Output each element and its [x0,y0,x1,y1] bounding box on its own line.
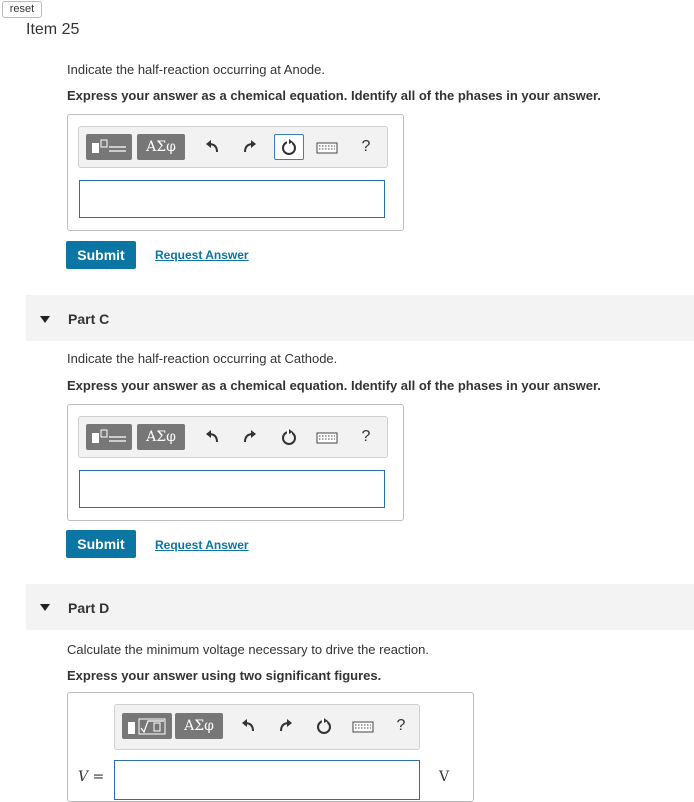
part-c-request-answer-link[interactable]: Request Answer [155,538,249,552]
part-c-header[interactable] [26,295,694,341]
undo-icon[interactable] [236,713,260,739]
help-icon[interactable]: ? [356,424,376,450]
help-icon[interactable]: ? [356,134,376,160]
greek-letters-icon[interactable]: ΑΣφ [137,134,185,160]
item-title: Item 25 [26,21,80,38]
part-b-submit-button[interactable]: Submit [66,241,136,269]
templates-icon[interactable] [122,713,172,739]
part-c-prompt: Indicate the half-reaction occurring at … [67,351,338,366]
redo-icon[interactable] [238,134,262,160]
reset-icon[interactable] [274,134,304,160]
keyboard-icon[interactable] [316,424,338,450]
help-icon[interactable]: ? [391,713,411,739]
keyboard-icon[interactable] [352,713,374,739]
part-b-prompt: Indicate the half-reaction occurring at … [67,62,325,77]
undo-icon[interactable] [200,424,224,450]
variable-label: V = [78,769,105,785]
templates-icon[interactable] [86,134,132,160]
part-d-answer-input[interactable] [114,760,420,800]
part-d-header[interactable] [26,584,694,630]
templates-icon[interactable] [86,424,132,450]
caret-down-icon[interactable] [40,316,50,323]
part-c-answer-input[interactable] [79,470,385,508]
part-c-instruction: Express your answer as a chemical equati… [67,378,601,393]
part-c-submit-button[interactable]: Submit [66,530,136,558]
reset-icon[interactable] [277,424,301,450]
keyboard-icon[interactable] [316,134,338,160]
part-c-title: Part C [68,311,110,327]
greek-letters-icon[interactable]: ΑΣφ [175,713,223,739]
part-b-request-answer-link[interactable]: Request Answer [155,248,249,262]
part-d-prompt: Calculate the minimum voltage necessary … [67,642,430,657]
part-d-title: Part D [68,600,110,616]
caret-down-icon[interactable] [40,604,50,611]
reset-icon[interactable] [312,713,336,739]
undo-icon[interactable] [200,134,224,160]
greek-letters-icon[interactable]: ΑΣφ [137,424,185,450]
reset-button[interactable]: reset [2,1,42,18]
unit-label: V [439,769,450,785]
cut-off-heading: ▬▬ ▬▬ ▬▬▬ ▬▬ ▬▬▬ [62,0,322,4]
part-b-answer-input[interactable] [79,180,385,218]
redo-icon[interactable] [238,424,262,450]
redo-icon[interactable] [274,713,298,739]
part-d-instruction: Express your answer using two significan… [67,668,382,683]
part-b-instruction: Express your answer as a chemical equati… [67,88,601,103]
